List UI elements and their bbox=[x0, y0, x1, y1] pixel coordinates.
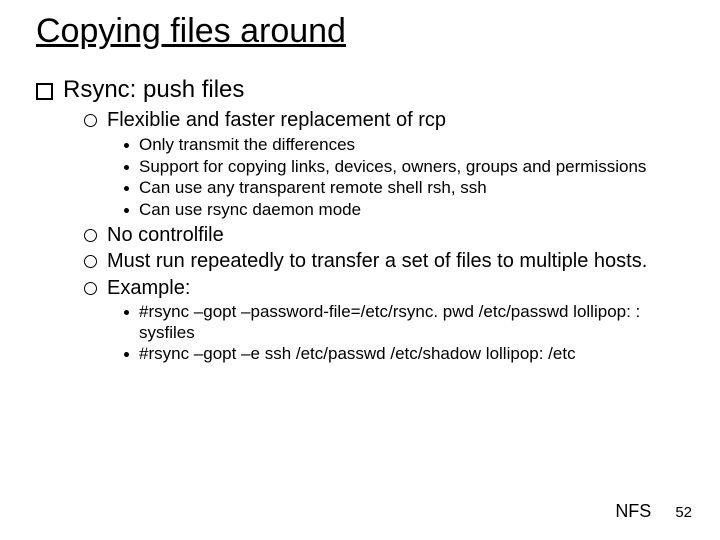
dot-bullet-icon bbox=[124, 143, 129, 148]
bullet-level3: Only transmit the differences bbox=[124, 135, 692, 156]
circle-bullet-icon bbox=[84, 282, 97, 295]
footer-label: NFS bbox=[615, 501, 651, 522]
bullet-level2: Must run repeatedly to transfer a set of… bbox=[84, 249, 692, 273]
dot-bullet-icon bbox=[124, 208, 129, 213]
bullet-level2-text: Example: bbox=[107, 276, 692, 300]
bullet-level1: Rsync: push files bbox=[36, 76, 692, 105]
bullet-level3-text: Can use any transparent remote shell rsh… bbox=[139, 178, 692, 199]
bullet-level2-text: Must run repeatedly to transfer a set of… bbox=[107, 249, 692, 273]
bullet-level1-text: Rsync: push files bbox=[63, 76, 692, 105]
bullet-level3-text: Only transmit the differences bbox=[139, 135, 692, 156]
square-bullet-icon bbox=[36, 83, 53, 100]
footer: NFS 52 bbox=[615, 501, 692, 522]
circle-bullet-icon bbox=[84, 255, 97, 268]
bullet-level3: Can use any transparent remote shell rsh… bbox=[124, 178, 692, 199]
bullet-level2: No controlfile bbox=[84, 223, 692, 247]
circle-bullet-icon bbox=[84, 114, 97, 127]
level3-group: #rsync –gopt –password-file=/etc/rsync. … bbox=[124, 302, 692, 365]
page-number: 52 bbox=[675, 504, 692, 521]
bullet-level3-text: Support for copying links, devices, owne… bbox=[139, 157, 692, 178]
bullet-level3-text: Can use rsync daemon mode bbox=[139, 200, 692, 221]
dot-bullet-icon bbox=[124, 186, 129, 191]
bullet-level2-text: No controlfile bbox=[107, 223, 692, 247]
circle-bullet-icon bbox=[84, 229, 97, 242]
dot-bullet-icon bbox=[124, 165, 129, 170]
level3-group: Only transmit the differences Support fo… bbox=[124, 135, 692, 221]
slide-title: Copying files around bbox=[36, 14, 692, 50]
bullet-level3-text: #rsync –gopt –e ssh /etc/passwd /etc/sha… bbox=[139, 344, 692, 365]
level2-group: Flexiblie and faster replacement of rcp … bbox=[84, 108, 692, 365]
bullet-level3: #rsync –gopt –password-file=/etc/rsync. … bbox=[124, 302, 692, 343]
slide: Copying files around Rsync: push files F… bbox=[0, 0, 720, 540]
dot-bullet-icon bbox=[124, 310, 129, 315]
dot-bullet-icon bbox=[124, 352, 129, 357]
bullet-level2: Example: bbox=[84, 276, 692, 300]
bullet-level3: Can use rsync daemon mode bbox=[124, 200, 692, 221]
bullet-level2: Flexiblie and faster replacement of rcp bbox=[84, 108, 692, 132]
bullet-level3: #rsync –gopt –e ssh /etc/passwd /etc/sha… bbox=[124, 344, 692, 365]
bullet-level2-text: Flexiblie and faster replacement of rcp bbox=[107, 108, 692, 132]
bullet-level3-text: #rsync –gopt –password-file=/etc/rsync. … bbox=[139, 302, 692, 343]
bullet-level3: Support for copying links, devices, owne… bbox=[124, 157, 692, 178]
